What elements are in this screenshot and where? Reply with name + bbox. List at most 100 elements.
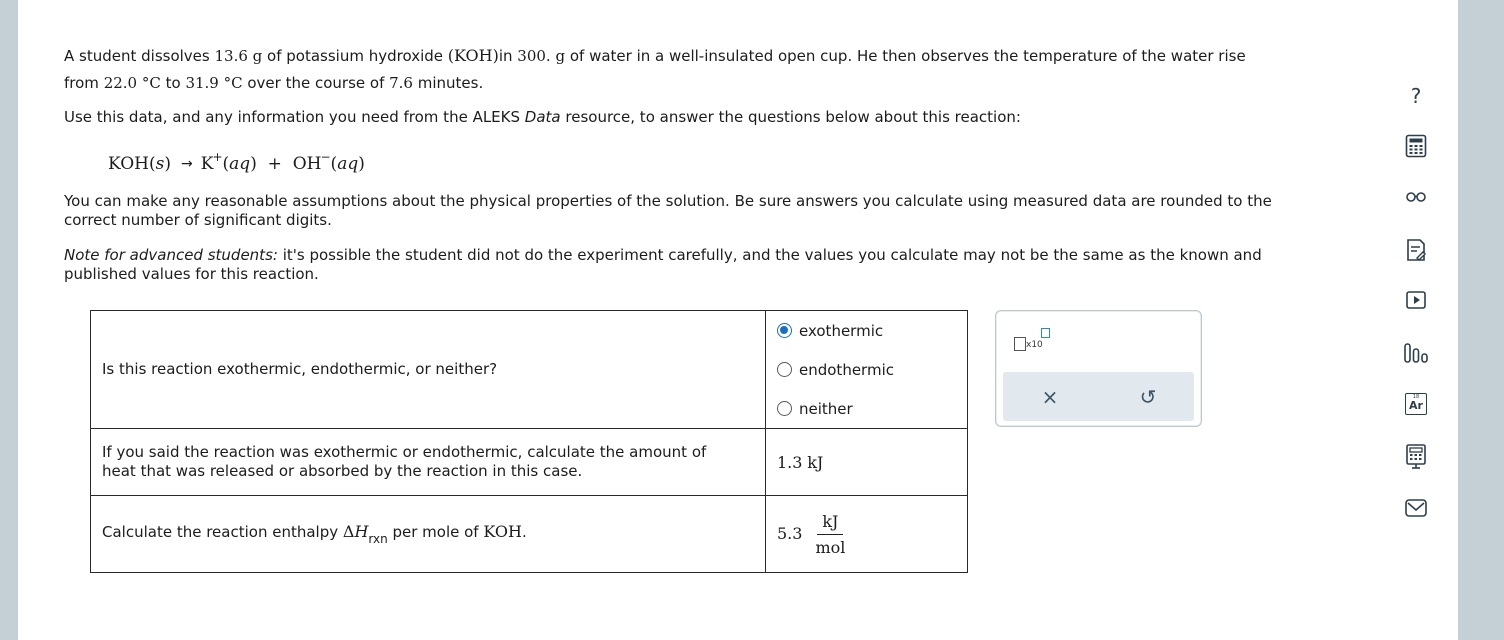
help-icon: ?	[1410, 84, 1422, 108]
table-row: If you said the reaction was exothermic …	[90, 428, 968, 496]
table-row: Calculate the reaction enthalpy ΔHrxn pe…	[90, 495, 968, 573]
advanced-note-label: Note for advanced students:	[64, 246, 278, 264]
eq-charge: −	[320, 150, 331, 164]
help-button[interactable]: ?	[1388, 78, 1444, 114]
radio-option-endothermic[interactable]: endothermic	[777, 350, 956, 389]
unit-numerator: kJ	[817, 512, 844, 535]
eq-state: aq	[229, 154, 251, 174]
mass-koh: 13.6 g	[214, 47, 263, 65]
question-text: .	[521, 522, 527, 541]
radio-icon[interactable]	[777, 362, 792, 377]
periodic-table-icon: 18 Ar	[1405, 393, 1427, 415]
undo-button[interactable]: ↺	[1133, 382, 1163, 412]
delta-symbol: Δ	[342, 521, 355, 541]
question-3: Calculate the reaction enthalpy ΔHrxn pe…	[90, 495, 766, 573]
text: Use this data, and any information you n…	[64, 108, 525, 126]
unit-denominator: mol	[815, 537, 846, 557]
problem-panel: A student dissolves 13.6 g of potassium …	[18, 0, 1458, 640]
close-icon: ×	[1041, 385, 1059, 409]
text: minutes.	[412, 74, 484, 92]
problem-paragraph-3: You can make any reasonable assumptions …	[64, 192, 1272, 230]
enthalpy-symbol: H	[354, 521, 369, 541]
answer-3[interactable]: 5.3 kJ mol	[765, 495, 968, 573]
answer-1: exothermic endothermic neither	[765, 310, 968, 429]
text: in	[498, 47, 518, 65]
heat-answer-value[interactable]: 1.3	[777, 453, 802, 472]
answer-tool-panel: x10 × ↺	[995, 310, 1202, 427]
time-value: 7.6	[389, 74, 413, 92]
temp-initial: 22.0 °C	[103, 74, 161, 92]
problem-paragraph-4: Note for advanced students: it's possibl…	[64, 246, 1262, 284]
enthalpy-answer-value[interactable]: 5.3	[777, 524, 802, 543]
reaction-arrow-icon: →	[181, 156, 193, 172]
formula-koh: KOH	[483, 521, 522, 541]
text: A student dissolves	[64, 47, 215, 65]
formula-koh: (KOH)	[447, 46, 499, 65]
reference-calculator-button[interactable]	[1388, 438, 1444, 474]
text: resource, to answer the questions below …	[560, 108, 1021, 126]
text: published values for this reaction.	[64, 265, 319, 283]
radio-label: neither	[799, 399, 853, 418]
undo-icon: ↺	[1139, 385, 1157, 409]
answer-toolbar: × ↺	[1003, 372, 1194, 421]
radio-icon[interactable]	[777, 401, 792, 416]
eq-charge: +	[212, 150, 223, 164]
scientific-notation-button[interactable]: x10	[1014, 328, 1054, 352]
text: correct number of significant digits.	[64, 211, 332, 229]
radio-label: endothermic	[799, 360, 894, 379]
answer-2[interactable]: 1.3 kJ	[765, 428, 968, 496]
question-text: Is this reaction exothermic, endothermic…	[102, 360, 498, 378]
question-text: per mole of	[387, 522, 484, 541]
exponent-square-icon	[1041, 328, 1050, 338]
eq-anion: OH	[292, 154, 322, 174]
notes-icon	[1407, 239, 1426, 261]
table-row: Is this reaction exothermic, endothermic…	[90, 310, 968, 429]
text: it's possible the student did not do the…	[277, 246, 1262, 264]
question-2: If you said the reaction was exothermic …	[90, 428, 766, 496]
radio-option-neither[interactable]: neither	[777, 389, 956, 428]
question-text: If you said the reaction was exothermic …	[102, 443, 707, 461]
unit-fraction: kJ mol	[810, 512, 850, 557]
eq-state: aq	[337, 154, 359, 174]
text: to	[160, 74, 186, 92]
eq-reactant: KOH	[108, 154, 150, 174]
radio-label: exothermic	[799, 321, 884, 340]
text: over the course of	[242, 74, 390, 92]
question-text: heat that was released or absorbed by th…	[102, 462, 583, 480]
heat-answer-unit: kJ	[807, 452, 824, 472]
glasses-icon	[1406, 192, 1426, 202]
calculator-reference-icon	[1406, 444, 1426, 469]
question-text: Calculate the reaction enthalpy	[102, 522, 343, 541]
text: of water in a well-insulated open cup. H…	[565, 47, 1246, 65]
square-icon	[1014, 337, 1026, 351]
data-resource-link[interactable]: Data	[525, 108, 561, 126]
chart-icon	[1404, 343, 1428, 363]
text: You can make any reasonable assumptions …	[64, 192, 1272, 210]
enthalpy-subscript: rxn	[368, 531, 388, 546]
x10-label: x10	[1026, 340, 1043, 350]
element-symbol: Ar	[1409, 399, 1423, 412]
reaction-equation: KOH(s) → K+(aq) + OH−(aq)	[108, 150, 365, 174]
eq-state: s	[155, 154, 165, 174]
calculator-icon	[1405, 134, 1427, 158]
eq-plus: +	[267, 154, 282, 174]
text: from	[64, 74, 104, 92]
radio-selected-icon[interactable]	[777, 323, 792, 338]
periodic-table-button[interactable]: 18 Ar	[1388, 386, 1444, 422]
video-button[interactable]	[1388, 282, 1444, 318]
clear-button[interactable]: ×	[1035, 382, 1065, 412]
glasses-button[interactable]	[1388, 178, 1444, 214]
question-1: Is this reaction exothermic, endothermic…	[90, 310, 766, 429]
mass-water: 300. g	[517, 47, 566, 65]
mail-icon	[1405, 499, 1427, 517]
text: of potassium hydroxide	[262, 47, 448, 65]
temp-final: 31.9 °C	[185, 74, 243, 92]
problem-paragraph-1: A student dissolves 13.6 g of potassium …	[64, 42, 1246, 97]
question-table: Is this reaction exothermic, endothermic…	[90, 310, 968, 573]
notes-button[interactable]	[1388, 232, 1444, 268]
calculator-button[interactable]	[1388, 128, 1444, 164]
problem-paragraph-2: Use this data, and any information you n…	[64, 108, 1021, 127]
chart-button[interactable]	[1388, 334, 1444, 370]
radio-option-exothermic[interactable]: exothermic	[777, 311, 956, 350]
mail-button[interactable]	[1388, 490, 1444, 526]
